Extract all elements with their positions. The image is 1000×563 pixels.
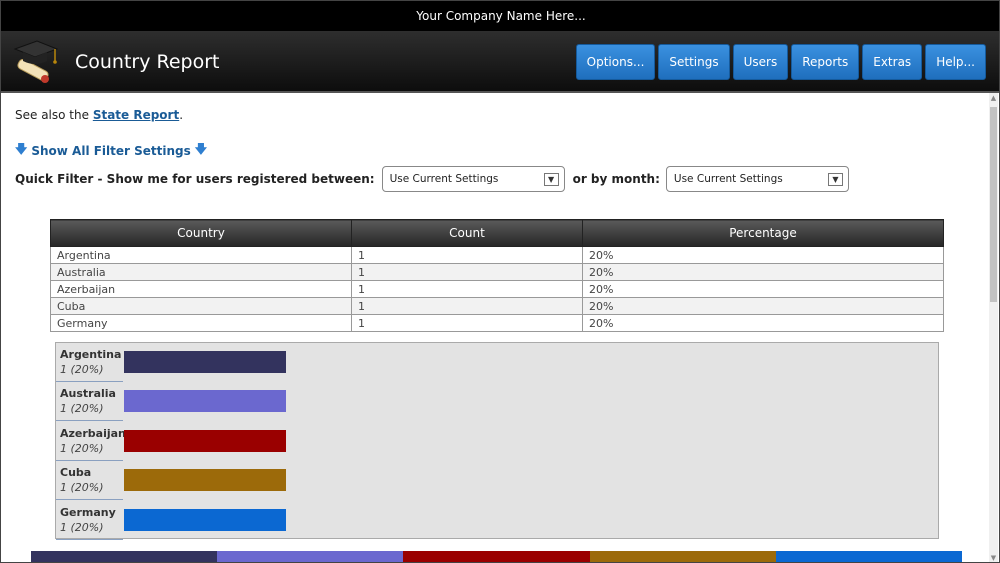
percentage-cell: 20% <box>582 263 944 281</box>
count-cell: 1 <box>351 263 583 281</box>
state-report-link[interactable]: State Report <box>93 108 179 122</box>
chart-row: Azerbaijan 1 (20%) <box>56 422 936 461</box>
see-also-suffix: . <box>179 108 184 122</box>
chart-value-label: 1 (20%) <box>60 402 104 416</box>
chevron-down-icon: ▼ <box>827 172 843 186</box>
options-button[interactable]: Options... <box>575 44 656 80</box>
count-cell: 1 <box>351 297 583 315</box>
chart-row: Germany 1 (20%) <box>56 501 936 540</box>
browser-frame: Your Company Name Here... Country Report… <box>0 0 1000 563</box>
company-name: Your Company Name Here... <box>416 9 586 23</box>
chart-row: Argentina 1 (20%) <box>56 343 936 382</box>
percentage-cell: 20% <box>582 280 944 298</box>
date-range-select[interactable]: Use Current Settings ▼ <box>381 166 565 192</box>
quick-filter: Quick Filter - Show me for users registe… <box>15 166 849 192</box>
stacked-percentage-bar <box>31 551 962 562</box>
percentage-cell: 20% <box>582 314 944 332</box>
chart-category-label: Argentina 1 (20%) <box>56 343 123 382</box>
company-name-bar: Your Company Name Here... <box>1 1 999 31</box>
count-column-header[interactable]: Count <box>351 219 583 247</box>
stacked-bar-segment <box>775 551 962 562</box>
country-bar-chart: Argentina 1 (20%) Australia 1 (20%) Azerbaij… <box>55 342 939 540</box>
filter-toggle-label: Show All Filter Settings <box>31 143 191 158</box>
chart-category-label: Australia 1 (20%) <box>56 382 123 422</box>
date-range-value: Use Current Settings <box>389 173 499 185</box>
extras-button[interactable]: Extras <box>862 44 923 80</box>
chart-category-name: Cuba <box>60 466 92 480</box>
chevron-down-icon: ▼ <box>543 172 559 186</box>
country-cell: Australia <box>50 263 352 281</box>
chart-category-name: Argentina <box>60 348 122 361</box>
reports-button[interactable]: Reports <box>791 44 860 80</box>
chart-row: Australia 1 (20%) <box>56 382 936 422</box>
chart-bar <box>124 390 286 413</box>
table-row: Argentina 1 20% <box>50 246 944 264</box>
main-nav: Options... Settings Users Reports Extras… <box>575 44 986 80</box>
page-title: Country Report <box>75 51 220 73</box>
chart-category-label: Germany 1 (20%) <box>56 501 123 540</box>
count-cell: 1 <box>351 314 583 332</box>
chart-value-label: 1 (20%) <box>60 520 104 534</box>
see-also-prefix: See also the <box>15 108 93 122</box>
country-cell: Germany <box>50 314 352 332</box>
scroll-down-arrow-icon[interactable]: ▼ <box>989 553 998 562</box>
scroll-thumb[interactable] <box>990 107 997 302</box>
table-header-row: Country Count Percentage <box>50 219 944 247</box>
arrow-down-icon: 🡇 <box>194 142 208 156</box>
country-cell: Azerbaijan <box>50 280 352 298</box>
help-button[interactable]: Help... <box>925 44 986 80</box>
chart-bar <box>124 508 286 531</box>
table-row: Azerbaijan 1 20% <box>50 280 944 298</box>
table-row: Australia 1 20% <box>50 263 944 281</box>
graduation-diploma-icon <box>13 40 59 83</box>
country-cell: Cuba <box>50 297 352 315</box>
stacked-bar-segment <box>217 551 404 562</box>
stacked-bar-segment <box>31 551 218 562</box>
chart-bar <box>124 469 286 492</box>
country-column-header[interactable]: Country <box>50 219 352 247</box>
chart-value-label: 1 (20%) <box>60 441 104 455</box>
chart-category-name: Germany <box>60 505 116 519</box>
see-also-text: See also the State Report. <box>15 108 183 122</box>
percentage-column-header[interactable]: Percentage <box>582 219 944 247</box>
percentage-cell: 20% <box>582 246 944 264</box>
chart-category-name: Azerbaijan <box>60 426 126 440</box>
country-table: Country Count Percentage Argentina 1 20%… <box>50 219 944 332</box>
arrow-down-icon: 🡇 <box>15 142 28 156</box>
chart-category-label: Azerbaijan 1 (20%) <box>56 422 126 461</box>
table-row: Cuba 1 20% <box>50 297 944 315</box>
chart-bar <box>124 351 286 373</box>
chart-row: Cuba 1 (20%) <box>56 461 936 501</box>
table-row: Germany 1 20% <box>50 314 944 332</box>
chart-category-name: Australia <box>60 387 116 401</box>
chart-bar <box>124 429 286 452</box>
chart-value-label: 1 (20%) <box>60 481 104 495</box>
settings-button[interactable]: Settings <box>658 44 730 80</box>
quick-filter-label: Quick Filter - Show me for users registe… <box>15 172 375 186</box>
app-header: Country Report Options... Settings Users… <box>1 31 999 93</box>
country-cell: Argentina <box>50 246 352 264</box>
month-select[interactable]: Use Current Settings ▼ <box>665 166 849 192</box>
month-value: Use Current Settings <box>673 173 783 185</box>
percentage-cell: 20% <box>582 297 944 315</box>
count-cell: 1 <box>351 246 583 264</box>
chart-category-label: Cuba 1 (20%) <box>56 461 123 501</box>
stacked-bar-segment <box>403 551 590 562</box>
users-button[interactable]: Users <box>732 44 789 80</box>
count-cell: 1 <box>351 280 583 298</box>
or-by-month-label: or by month: <box>572 172 660 186</box>
vertical-scrollbar[interactable]: ▲ ▼ <box>989 93 998 562</box>
stacked-bar-segment <box>589 551 776 562</box>
scroll-up-arrow-icon[interactable]: ▲ <box>989 93 998 103</box>
chart-value-label: 1 (20%) <box>60 363 104 376</box>
show-filter-settings-toggle[interactable]: 🡇 Show All Filter Settings 🡇 <box>15 140 207 161</box>
